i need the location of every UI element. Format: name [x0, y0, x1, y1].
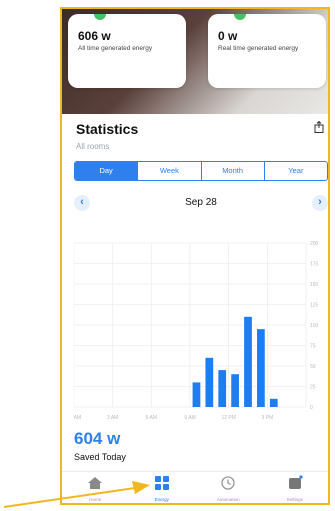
saved-today-value: 604 w	[74, 429, 121, 448]
energy-bar[interactable]	[257, 329, 265, 407]
tab-energy-label: Energy	[154, 497, 169, 502]
y-tick-label: 100	[310, 323, 319, 329]
chevron-left-icon: ‹	[80, 196, 84, 208]
real-time-energy-card[interactable]: 0 w Real time generated energy	[208, 14, 326, 88]
energy-bar[interactable]	[218, 370, 227, 407]
chevron-right-icon: ›	[318, 196, 322, 208]
tab-month[interactable]: Month	[200, 162, 264, 180]
all-time-energy-label: All time generated energy	[78, 45, 153, 52]
hero-background: 606 w All time generated energy 0 w Real…	[62, 9, 328, 114]
x-tick-label: 3 AM	[107, 415, 118, 421]
y-tick-label: 150	[310, 282, 319, 288]
tab-automation[interactable]: Automation	[195, 472, 262, 503]
grid-icon	[154, 476, 169, 490]
tab-energy[interactable]: Energy	[129, 472, 196, 503]
tab-home[interactable]: Home	[62, 472, 129, 503]
tab-settings[interactable]: Settings	[262, 472, 329, 503]
x-tick-label: 6 AM	[146, 415, 157, 421]
energy-bar[interactable]	[244, 316, 252, 407]
next-date-button[interactable]: ›	[312, 195, 328, 211]
tab-automation-label: Automation	[216, 497, 240, 502]
y-tick-label: 25	[310, 385, 316, 391]
previous-date-button[interactable]: ‹	[74, 195, 90, 211]
all-time-energy-value: 606 w	[78, 29, 111, 43]
y-tick-label: 75	[310, 344, 316, 350]
real-time-energy-label: Real time generated energy	[218, 45, 299, 52]
x-tick-label: 3 PM	[261, 415, 273, 421]
energy-bar[interactable]	[205, 357, 214, 407]
energy-indicator-icon	[234, 14, 246, 20]
energy-bar-chart: 0 25 50 75 100 125 150 175 200 12 AM 3 AM 6 AM 9 AM 1…	[74, 241, 319, 421]
tab-settings-label: Settings	[286, 497, 303, 502]
tab-year[interactable]: Year	[263, 162, 327, 180]
settings-icon	[288, 475, 303, 489]
share-icon[interactable]	[314, 121, 324, 133]
rooms-selector[interactable]: All rooms	[76, 142, 109, 151]
energy-bar[interactable]	[192, 382, 201, 407]
clock-icon	[221, 476, 235, 490]
x-tick-label: 12 AM	[74, 415, 81, 421]
home-icon	[88, 477, 103, 489]
y-tick-label: 175	[310, 262, 319, 268]
x-tick-label: 12 PM	[221, 415, 235, 421]
current-date: Sep 28	[185, 197, 217, 208]
saved-today-label: Saved Today	[74, 452, 126, 462]
energy-indicator-icon	[94, 14, 106, 20]
date-navigator: Sep 28 ‹ ›	[74, 195, 328, 211]
y-tick-label: 0	[310, 405, 313, 411]
real-time-energy-value: 0 w	[218, 29, 238, 43]
y-tick-label: 200	[310, 241, 319, 247]
y-tick-label: 50	[310, 364, 316, 370]
y-tick-label: 125	[310, 303, 319, 309]
all-time-energy-card[interactable]: 606 w All time generated energy	[68, 14, 186, 88]
period-segmented-control: Day Week Month Year	[74, 161, 328, 181]
energy-bar[interactable]	[231, 374, 239, 407]
energy-bar[interactable]	[269, 398, 278, 407]
statistics-title: Statistics	[76, 121, 139, 137]
bottom-tab-bar: Home Energy Automation Settings	[62, 471, 329, 503]
tab-home-label: Home	[89, 497, 102, 502]
tab-day[interactable]: Day	[75, 162, 138, 180]
app-frame: 606 w All time generated energy 0 w Real…	[60, 7, 330, 505]
x-tick-label: 9 AM	[184, 415, 195, 421]
tab-week[interactable]: Week	[137, 162, 200, 180]
